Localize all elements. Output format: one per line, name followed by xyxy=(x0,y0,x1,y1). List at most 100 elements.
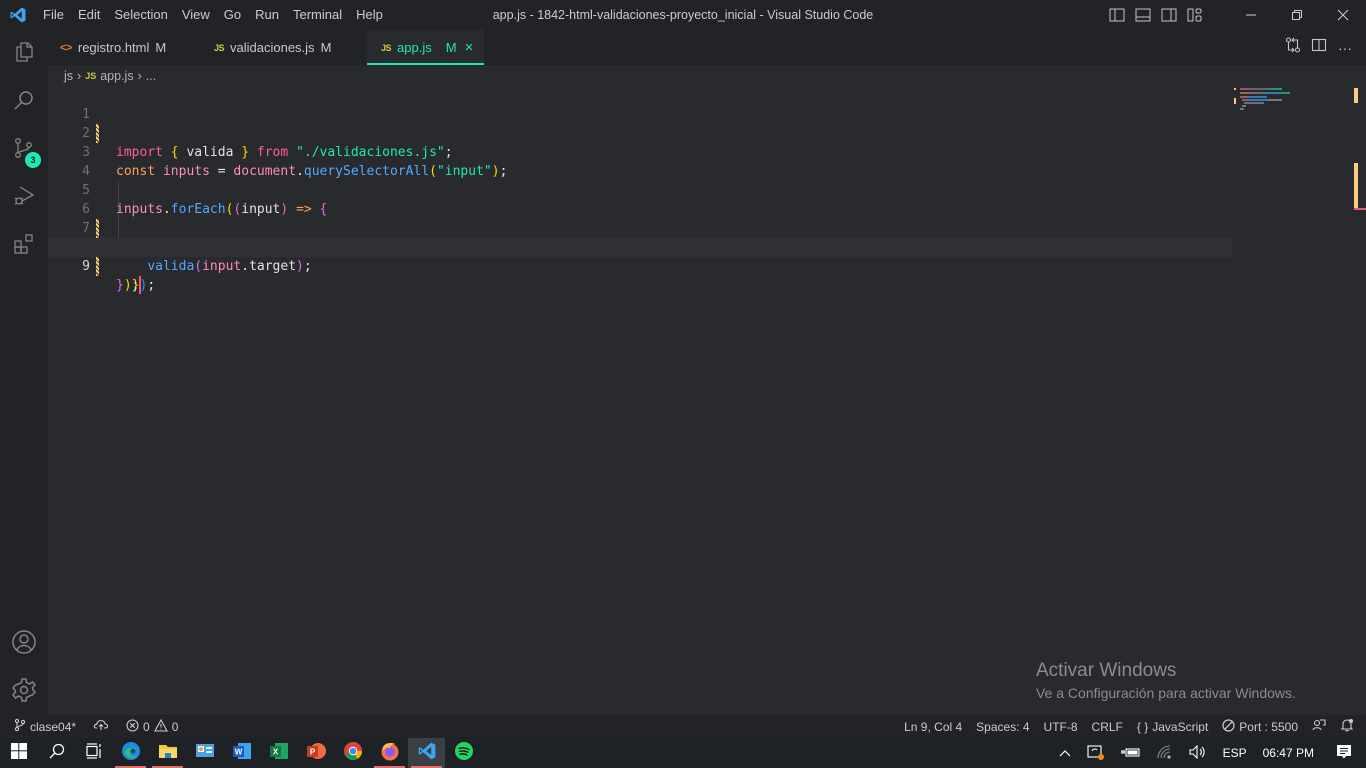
live-server-port: Port : 5500 xyxy=(1239,719,1298,734)
watermark-subtitle: Ve a Configuración para activar Windows. xyxy=(1036,685,1296,701)
menu-terminal[interactable]: Terminal xyxy=(286,0,349,30)
close-tab-icon[interactable]: × xyxy=(465,39,474,56)
watermark-title: Activar Windows xyxy=(1036,660,1177,681)
activity-explorer[interactable] xyxy=(0,30,48,78)
tray-update[interactable] xyxy=(1079,738,1113,768)
menu-edit[interactable]: Edit xyxy=(71,0,107,30)
menu-go[interactable]: Go xyxy=(217,0,248,30)
tray-show-hidden[interactable] xyxy=(1051,738,1079,768)
close-window-button[interactable] xyxy=(1320,0,1366,30)
status-problems[interactable]: 0 0 xyxy=(116,715,185,738)
menu-file[interactable]: File xyxy=(36,0,71,30)
system-tray: ESP 06:47 PM xyxy=(1051,738,1366,768)
line-number: 9 xyxy=(82,259,90,274)
overview-ruler[interactable] xyxy=(1352,86,1366,715)
minimap-line xyxy=(1242,99,1282,101)
more-actions-button[interactable]: ··· xyxy=(1332,35,1358,61)
status-language[interactable]: { } JavaScript xyxy=(1130,715,1215,738)
extensions-icon xyxy=(12,232,36,261)
taskbar-start[interactable] xyxy=(0,738,38,768)
minimap[interactable] xyxy=(1232,86,1352,286)
minimap-line xyxy=(1244,102,1264,104)
status-branch[interactable]: clase04* xyxy=(0,715,83,738)
open-changes-button[interactable] xyxy=(1280,35,1306,61)
tray-battery[interactable] xyxy=(1113,738,1149,768)
overview-change-marker xyxy=(1354,88,1358,103)
activity-search[interactable] xyxy=(0,78,48,126)
speaker-icon xyxy=(1189,744,1207,762)
status-feedback[interactable] xyxy=(1305,715,1333,738)
toggle-panel-icon[interactable] xyxy=(1130,0,1156,30)
taskbar-search[interactable] xyxy=(38,738,75,768)
status-indentation[interactable]: Spaces: 4 xyxy=(969,715,1036,738)
breadcrumb-file[interactable]: app.js xyxy=(100,69,133,83)
activity-run-debug[interactable] xyxy=(0,174,48,222)
taskbar-file-explorer[interactable] xyxy=(149,738,186,768)
battery-charging-icon xyxy=(1120,746,1141,761)
tab-registro-html[interactable]: <> registro.html M xyxy=(48,30,198,65)
chevron-right-icon: › xyxy=(77,69,82,83)
menu-help[interactable]: Help xyxy=(349,0,390,30)
cloud-upload-icon xyxy=(93,719,109,734)
activity-accounts[interactable] xyxy=(0,620,48,668)
status-encoding[interactable]: UTF-8 xyxy=(1037,715,1085,738)
code-line: 4 xyxy=(48,143,1232,179)
tab-validaciones-js[interactable]: JS validaciones.js M xyxy=(198,30,358,65)
tray-input-language[interactable]: ESP xyxy=(1215,738,1255,768)
toggle-secondary-sidebar-icon[interactable] xyxy=(1156,0,1182,30)
tray-clock[interactable]: 06:47 PM xyxy=(1255,738,1322,768)
taskbar-edge[interactable] xyxy=(112,738,149,768)
status-sync[interactable] xyxy=(83,715,116,738)
taskbar-vscode[interactable] xyxy=(408,738,445,768)
ellipsis-icon: ··· xyxy=(1338,39,1352,56)
breadcrumb-symbol[interactable]: ... xyxy=(146,69,156,83)
activity-manage[interactable] xyxy=(0,668,48,716)
files-icon xyxy=(12,40,36,69)
chevron-right-icon: › xyxy=(137,69,142,83)
minimap-line xyxy=(1240,92,1290,94)
taskbar-powerpoint[interactable]: P xyxy=(297,738,334,768)
menu-selection[interactable]: Selection xyxy=(107,0,174,30)
minimap-line xyxy=(1240,96,1267,98)
editor-tab-bar: <> registro.html M JS validaciones.js M … xyxy=(48,30,1366,65)
activity-extensions[interactable] xyxy=(0,222,48,270)
toggle-primary-sidebar-icon[interactable] xyxy=(1104,0,1130,30)
menu-view[interactable]: View xyxy=(175,0,217,30)
activity-source-control[interactable]: 3 xyxy=(0,126,48,174)
minimize-button[interactable] xyxy=(1228,0,1274,30)
taskbar-firefox[interactable] xyxy=(371,738,408,768)
split-editor-button[interactable] xyxy=(1306,35,1332,61)
status-cursor-position[interactable]: Ln 9, Col 4 xyxy=(897,715,969,738)
breadcrumb-folder[interactable]: js xyxy=(64,69,73,83)
status-eol[interactable]: CRLF xyxy=(1085,715,1130,738)
tab-app-js[interactable]: JS app.js M × xyxy=(367,30,484,65)
run-debug-icon xyxy=(12,184,36,213)
circle-slash-icon xyxy=(1222,718,1235,735)
compare-changes-icon xyxy=(1285,37,1301,58)
taskbar-word[interactable]: W xyxy=(223,738,260,768)
tray-action-center[interactable] xyxy=(1322,738,1366,768)
taskbar-task-view[interactable] xyxy=(75,738,112,768)
vscode-logo-icon xyxy=(0,0,36,30)
tab-modified-indicator: M xyxy=(155,40,167,55)
restore-button[interactable] xyxy=(1274,0,1320,30)
svg-text:W: W xyxy=(234,747,242,756)
taskbar-spotify[interactable] xyxy=(445,738,482,768)
search-icon xyxy=(12,88,36,117)
bell-icon xyxy=(1340,718,1354,735)
status-notifications[interactable] xyxy=(1333,715,1366,738)
code-editor[interactable]: 1 import { valida } from "./validaciones… xyxy=(48,86,1366,715)
tray-network[interactable] xyxy=(1149,738,1181,768)
folder-icon xyxy=(158,742,178,765)
menu-run[interactable]: Run xyxy=(248,0,286,30)
tab-label: registro.html xyxy=(77,40,150,55)
customize-layout-icon[interactable] xyxy=(1182,0,1208,30)
windows-taskbar: W X P ESP 06:47 PM xyxy=(0,738,1366,768)
taskbar-excel[interactable]: X xyxy=(260,738,297,768)
word-icon: W xyxy=(232,741,252,766)
status-live-server[interactable]: Port : 5500 xyxy=(1215,715,1305,738)
tray-volume[interactable] xyxy=(1181,738,1215,768)
tab-label: app.js xyxy=(397,40,432,55)
taskbar-chrome[interactable] xyxy=(334,738,371,768)
taskbar-control-panel[interactable] xyxy=(186,738,223,768)
